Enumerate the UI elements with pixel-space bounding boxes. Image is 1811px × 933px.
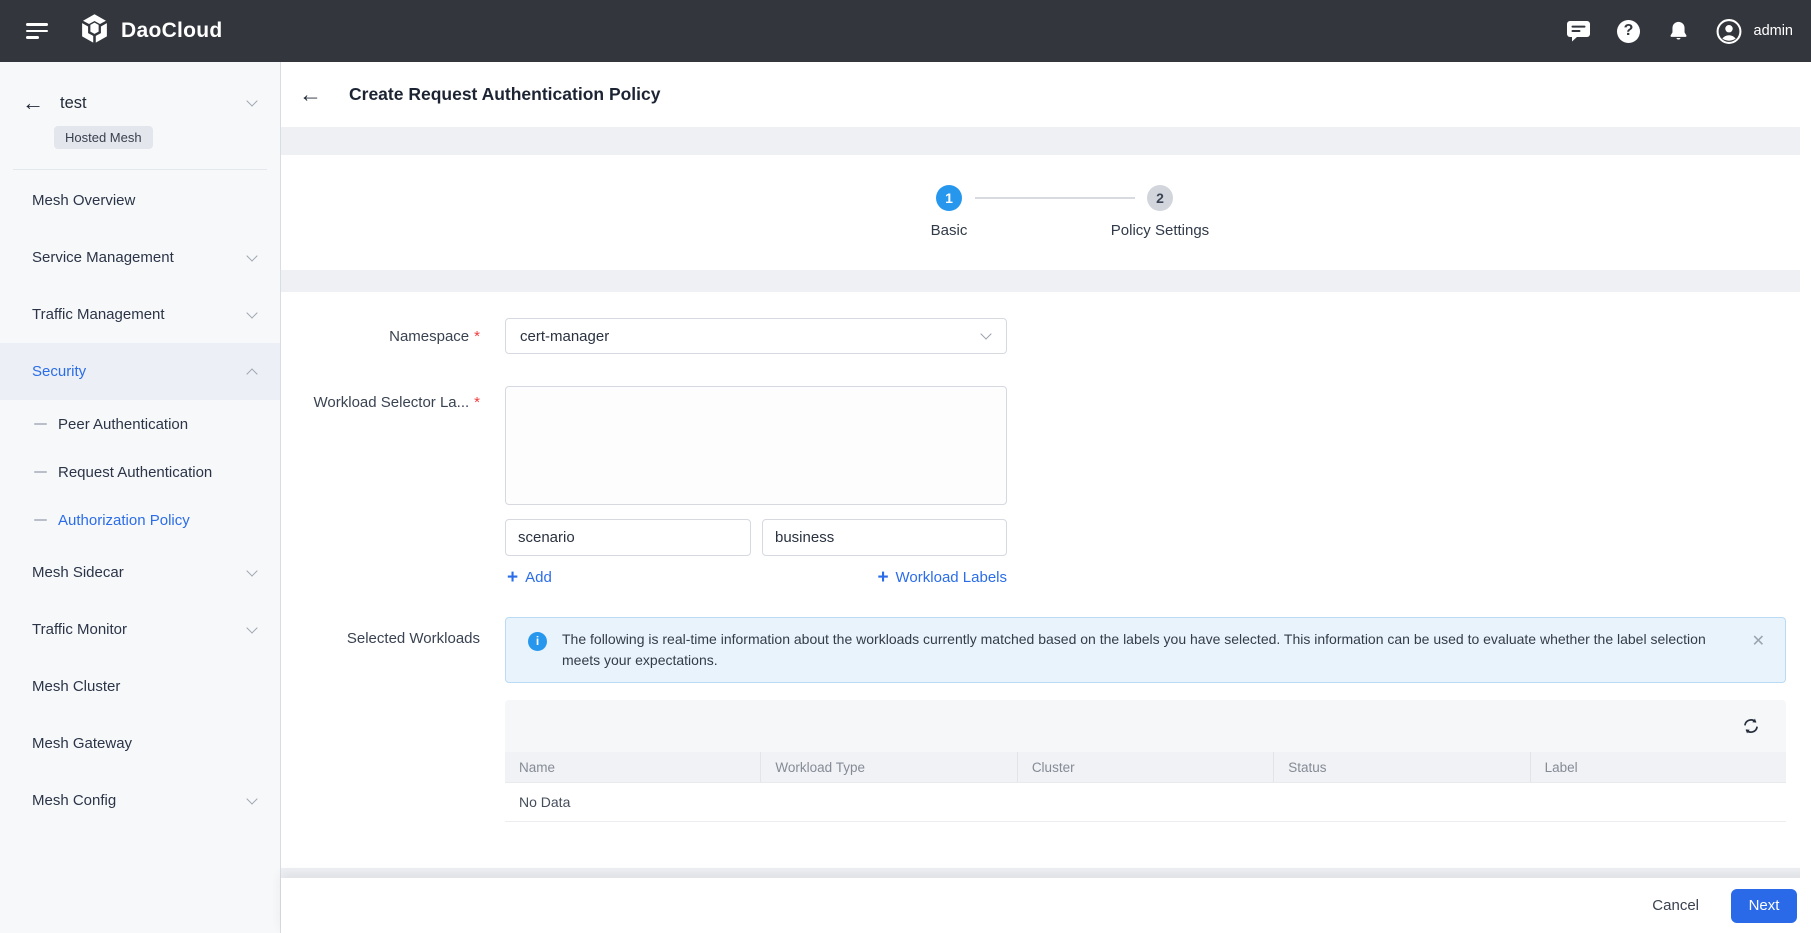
stepper: 1 2 Basic Policy Settings bbox=[281, 155, 1811, 270]
menu-icon[interactable] bbox=[26, 23, 48, 39]
dash-icon bbox=[34, 423, 47, 426]
sidebar-item-request-authentication[interactable]: Request Authentication bbox=[0, 448, 280, 496]
required-mark: * bbox=[474, 394, 480, 411]
cancel-button[interactable]: Cancel bbox=[1652, 897, 1699, 914]
add-label-button[interactable]: + Add bbox=[507, 566, 552, 588]
column-header-status: Status bbox=[1274, 752, 1530, 782]
step-connector-line bbox=[975, 197, 1135, 199]
sidebar-item-peer-authentication[interactable]: Peer Authentication bbox=[0, 400, 280, 448]
page-title-bar: ← Create Request Authentication Policy bbox=[281, 62, 1811, 127]
column-header-cluster: Cluster bbox=[1018, 752, 1274, 782]
plus-icon: + bbox=[507, 568, 518, 587]
notifications-bell-icon[interactable] bbox=[1666, 18, 1692, 44]
footer-action-bar: Cancel Next bbox=[281, 878, 1811, 933]
next-button[interactable]: Next bbox=[1731, 889, 1797, 923]
info-icon: i bbox=[528, 632, 547, 651]
step-1-label: Basic bbox=[879, 222, 1019, 239]
sidebar-item-traffic-monitor[interactable]: Traffic Monitor bbox=[0, 601, 280, 658]
user-avatar[interactable] bbox=[1716, 18, 1742, 44]
column-header-workload-type: Workload Type bbox=[761, 752, 1017, 782]
step-2-label: Policy Settings bbox=[1090, 222, 1230, 239]
sidebar-item-mesh-gateway[interactable]: Mesh Gateway bbox=[0, 715, 280, 772]
workloads-table: Name Workload Type Cluster Status Label … bbox=[505, 700, 1786, 822]
column-header-name: Name bbox=[505, 752, 761, 782]
workspace-chevron-down-icon[interactable] bbox=[246, 95, 257, 106]
sidebar: ← test Hosted Mesh Mesh Overview Service… bbox=[0, 62, 281, 933]
dash-icon bbox=[34, 519, 47, 522]
brand-name: DaoCloud bbox=[121, 19, 223, 43]
sidebar-item-mesh-config[interactable]: Mesh Config bbox=[0, 772, 280, 829]
workload-labels-button[interactable]: + Workload Labels bbox=[762, 566, 1007, 588]
workspace-name[interactable]: test bbox=[60, 94, 248, 113]
chevron-down-icon bbox=[246, 250, 257, 261]
table-empty-row: No Data bbox=[505, 783, 1786, 822]
dash-icon bbox=[34, 471, 47, 474]
sidebar-item-security[interactable]: Security bbox=[0, 343, 280, 400]
label-value-input[interactable] bbox=[762, 519, 1007, 556]
chevron-down-icon bbox=[246, 622, 257, 633]
workload-selector-label: Workload Selector La...* bbox=[281, 394, 480, 411]
sidebar-item-service-management[interactable]: Service Management bbox=[0, 229, 280, 286]
username-label[interactable]: admin bbox=[1754, 23, 1794, 39]
help-icon[interactable]: ? bbox=[1616, 18, 1642, 44]
table-toolbar bbox=[505, 700, 1786, 752]
step-1-circle[interactable]: 1 bbox=[936, 185, 962, 211]
sidebar-item-authorization-policy[interactable]: Authorization Policy bbox=[0, 496, 280, 544]
sidebar-item-mesh-cluster[interactable]: Mesh Cluster bbox=[0, 658, 280, 715]
page-title: Create Request Authentication Policy bbox=[349, 84, 661, 105]
info-alert-text: The following is real-time information a… bbox=[562, 631, 1706, 668]
column-header-label: Label bbox=[1531, 752, 1786, 782]
workspace-back-icon[interactable]: ← bbox=[22, 92, 44, 114]
sidebar-item-traffic-management[interactable]: Traffic Management bbox=[0, 286, 280, 343]
required-mark: * bbox=[474, 328, 480, 345]
info-alert: i The following is real-time information… bbox=[505, 617, 1786, 683]
sidebar-item-mesh-overview[interactable]: Mesh Overview bbox=[0, 172, 280, 229]
namespace-select[interactable]: cert-manager bbox=[505, 318, 1007, 354]
hosted-mesh-badge: Hosted Mesh bbox=[54, 126, 153, 149]
workload-selector-textarea[interactable] bbox=[505, 386, 1007, 505]
sidebar-divider bbox=[13, 169, 267, 170]
chevron-down-icon bbox=[246, 565, 257, 576]
back-arrow-icon[interactable]: ← bbox=[299, 83, 322, 106]
policy-form: Namespace* cert-manager Workload Selecto… bbox=[281, 292, 1811, 868]
brand[interactable]: DaoCloud bbox=[78, 12, 223, 50]
selected-workloads-label: Selected Workloads bbox=[281, 630, 480, 647]
chevron-down-icon bbox=[246, 307, 257, 318]
daocloud-logo-icon bbox=[78, 12, 111, 50]
messages-icon[interactable] bbox=[1566, 18, 1592, 44]
plus-icon: + bbox=[877, 568, 888, 587]
chevron-up-icon bbox=[246, 368, 257, 379]
step-2-circle[interactable]: 2 bbox=[1147, 185, 1173, 211]
main-content: ← Create Request Authentication Policy 1… bbox=[281, 62, 1811, 933]
label-key-input[interactable] bbox=[505, 519, 751, 556]
alert-close-icon[interactable]: ✕ bbox=[1752, 631, 1765, 652]
app-header: DaoCloud ? admin bbox=[0, 0, 1811, 62]
namespace-label: Namespace* bbox=[281, 328, 480, 345]
chevron-down-icon bbox=[246, 793, 257, 804]
sidebar-item-mesh-sidecar[interactable]: Mesh Sidecar bbox=[0, 544, 280, 601]
scrollbar-gutter[interactable] bbox=[1800, 62, 1811, 933]
table-header-row: Name Workload Type Cluster Status Label bbox=[505, 752, 1786, 783]
select-chevron-down-icon bbox=[980, 328, 991, 339]
refresh-icon[interactable] bbox=[1740, 715, 1762, 737]
